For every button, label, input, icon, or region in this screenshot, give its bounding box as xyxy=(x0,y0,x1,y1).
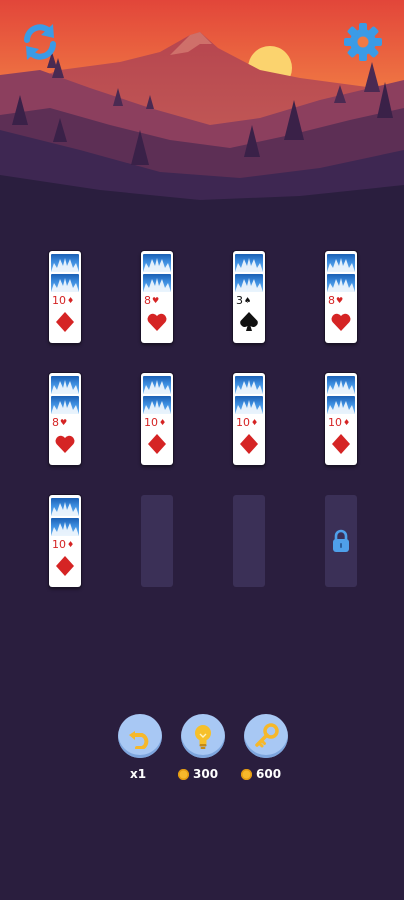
suit-small-icon: ♦ xyxy=(343,418,351,427)
spade-icon xyxy=(240,312,258,331)
card-back xyxy=(327,396,355,414)
suit-small-icon: ♦ xyxy=(251,418,259,427)
playing-card[interactable]: 8♥ xyxy=(325,251,357,343)
suit-small-icon: ♦ xyxy=(159,418,167,427)
diamond-icon xyxy=(56,556,74,576)
card-back xyxy=(235,376,263,394)
card-rank: 8♥ xyxy=(144,295,159,306)
playing-card[interactable]: 8♥ xyxy=(141,251,173,343)
heart-icon xyxy=(147,313,167,331)
refresh-button[interactable] xyxy=(18,20,62,64)
heart-icon xyxy=(331,313,351,331)
settings-button[interactable] xyxy=(341,20,385,64)
refresh-icon xyxy=(24,24,56,60)
facedown-stack xyxy=(235,376,263,416)
undo-button[interactable] xyxy=(118,714,162,758)
facedown-stack xyxy=(51,376,79,416)
playing-card[interactable]: 10♦ xyxy=(141,373,173,465)
card-back xyxy=(51,498,79,516)
card-rank: 10♦ xyxy=(144,417,166,428)
rank-text: 3 xyxy=(236,294,243,307)
undo-count-text: x1 xyxy=(130,767,147,781)
key-icon xyxy=(255,723,279,748)
playing-card[interactable]: 10♦ xyxy=(325,373,357,465)
suit-small-icon: ♦ xyxy=(67,540,75,549)
playing-card[interactable]: 10♦ xyxy=(233,373,265,465)
suit-small-icon: ♠ xyxy=(244,296,252,305)
rank-text: 10 xyxy=(52,538,66,551)
card-back xyxy=(51,274,79,292)
diamond-icon xyxy=(148,434,166,454)
rank-text: 10 xyxy=(52,294,66,307)
facedown-stack xyxy=(327,376,355,416)
card-rank: 8♥ xyxy=(52,417,67,428)
card-back xyxy=(51,376,79,394)
card-rank: 3♠ xyxy=(236,295,251,306)
card-back xyxy=(143,274,171,292)
card-back xyxy=(235,254,263,272)
unlock-cost: 600 xyxy=(241,766,281,782)
lightbulb-icon xyxy=(195,725,211,749)
playing-card[interactable]: 10♦ xyxy=(49,495,81,587)
card-back xyxy=(327,376,355,394)
undo-icon xyxy=(129,731,149,749)
undo-count: x1 xyxy=(130,766,146,782)
rank-text: 8 xyxy=(144,294,151,307)
facedown-stack xyxy=(51,498,79,538)
coin-icon xyxy=(241,768,252,780)
card-back xyxy=(51,518,79,536)
suit-small-icon: ♦ xyxy=(67,296,75,305)
card-back xyxy=(235,274,263,292)
rank-text: 10 xyxy=(328,416,342,429)
playing-card[interactable]: 8♥ xyxy=(49,373,81,465)
unlock-key-button[interactable] xyxy=(244,714,288,758)
playing-card[interactable]: 10♦ xyxy=(49,251,81,343)
unlock-cost-text: 600 xyxy=(256,767,282,781)
suit-small-icon: ♥ xyxy=(60,418,68,427)
hint-button[interactable] xyxy=(181,714,225,758)
suit-small-icon: ♥ xyxy=(336,296,344,305)
rank-text: 10 xyxy=(236,416,250,429)
locked-slot[interactable] xyxy=(325,495,357,587)
card-rank: 10♦ xyxy=(328,417,350,428)
lock-icon xyxy=(333,529,349,552)
card-back xyxy=(143,254,171,272)
card-back xyxy=(143,376,171,394)
playing-card[interactable]: 3♠ xyxy=(233,251,265,343)
card-back xyxy=(327,274,355,292)
hint-cost-text: 300 xyxy=(193,767,219,781)
facedown-stack xyxy=(327,254,355,294)
gear-icon xyxy=(344,23,382,61)
diamond-icon xyxy=(332,434,350,454)
rank-text: 10 xyxy=(144,416,158,429)
coin-icon xyxy=(178,768,189,780)
card-back xyxy=(51,254,79,272)
empty-slot[interactable] xyxy=(233,495,265,587)
suit-small-icon: ♥ xyxy=(152,296,160,305)
card-back xyxy=(143,396,171,414)
card-back xyxy=(327,254,355,272)
heart-icon xyxy=(55,435,75,453)
rank-text: 8 xyxy=(328,294,335,307)
card-rank: 10♦ xyxy=(236,417,258,428)
card-back xyxy=(51,396,79,414)
diamond-icon xyxy=(56,312,74,332)
hint-cost: 300 xyxy=(178,766,218,782)
diamond-icon xyxy=(240,434,258,454)
card-rank: 8♥ xyxy=(328,295,343,306)
facedown-stack xyxy=(235,254,263,294)
facedown-stack xyxy=(143,376,171,416)
card-rank: 10♦ xyxy=(52,539,74,550)
rank-text: 8 xyxy=(52,416,59,429)
empty-slot[interactable] xyxy=(141,495,173,587)
facedown-stack xyxy=(143,254,171,294)
facedown-stack xyxy=(51,254,79,294)
card-back xyxy=(235,396,263,414)
card-rank: 10♦ xyxy=(52,295,74,306)
